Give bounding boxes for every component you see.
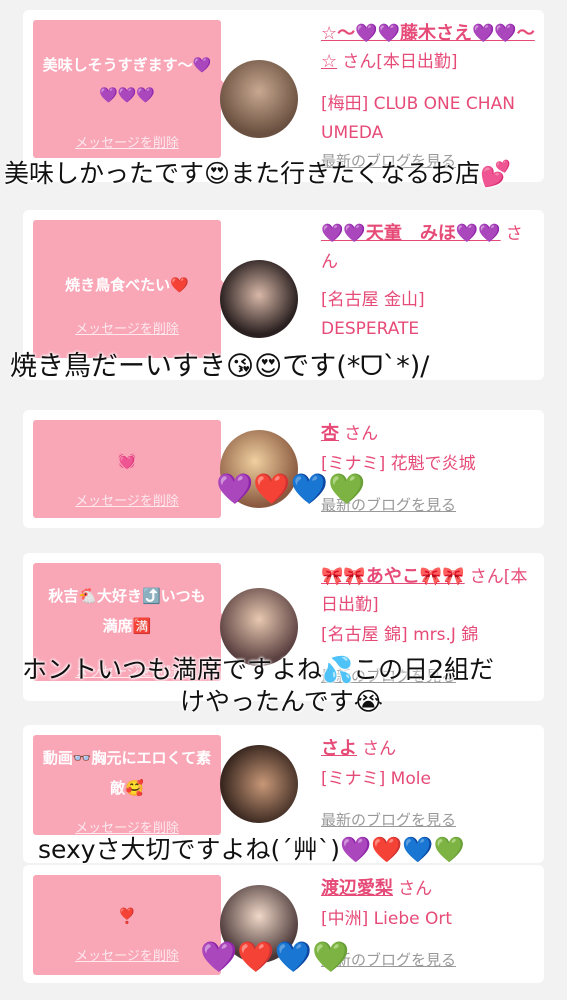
message-text: 焼き鳥食べたい❤️ <box>65 276 189 294</box>
cast-info: 杏 さん [ミナミ] 花魁で炎城 <box>321 420 539 479</box>
cast-info: さよ さん [ミナミ] Mole <box>321 735 539 794</box>
cast-honorific: さん <box>398 879 433 899</box>
message-bubble: ❣️ メッセージを削除 <box>33 875 230 975</box>
cast-name[interactable]: 🎀🎀あやこ🎀🎀 <box>321 566 465 587</box>
avatar[interactable] <box>220 745 298 823</box>
heart-emoji-row: 💜❤️💙💚 <box>200 940 350 975</box>
message-text: 秋吉🐔大好き⤴️いつも満席🈵 <box>48 587 206 635</box>
heart-emoji-row: 💜❤️💙💚 <box>216 472 366 507</box>
delete-message-link[interactable]: メッセージを削除 <box>33 132 221 151</box>
message-text: 💓 <box>117 452 137 470</box>
cast-info: 🎀🎀あやこ🎀🎀 さん[本日出勤] [名古屋 錦] mrs.J 錦 <box>321 563 539 650</box>
cast-name[interactable]: 渡辺愛梨 <box>321 878 393 899</box>
cast-honorific: さん <box>344 424 379 444</box>
overlay-caption: sexyさ大切ですよね(´艸`)💜❤️💙💚 <box>38 835 465 864</box>
overlay-caption: けやったんです😭 <box>180 687 383 716</box>
avatar[interactable] <box>220 60 298 138</box>
cast-name[interactable]: 💜💜天童 みほ💜💜 <box>321 223 501 244</box>
delete-message-link[interactable]: メッセージを削除 <box>33 945 221 964</box>
delete-message-link[interactable]: メッセージを削除 <box>33 318 221 337</box>
cast-honorific: さん[本日出勤] <box>342 52 458 72</box>
cast-info: 渡辺愛梨 さん [中洲] Liebe Ort <box>321 875 539 934</box>
cast-honorific: さん <box>362 739 397 759</box>
message-bubble: 焼き鳥食べたい❤️ メッセージを削除 <box>33 220 230 358</box>
shop-name: [中洲] Liebe Ort <box>321 909 453 929</box>
message-bubble: 動画👓胸元にエロくて素敵🥰 メッセージを削除 <box>33 735 230 836</box>
avatar[interactable] <box>220 260 298 338</box>
shop-name: [名古屋 錦] mrs.J 錦 <box>321 625 479 645</box>
cast-info: ☆〜💜💜藤木さえ💜💜〜☆ さん[本日出勤] [梅田] CLUB ONE CHAN… <box>321 20 539 148</box>
overlay-caption: 焼き鳥だーいすき😘😍です(*ᗜ`*)/ <box>10 351 430 382</box>
message-text: 美味しそうすぎます〜💜💜💜💜 <box>42 56 212 104</box>
message-bubble: 美味しそうすぎます〜💜💜💜💜 メッセージを削除 <box>33 20 230 158</box>
message-card: 💓 メッセージを削除 杏 さん [ミナミ] 花魁で炎城 最新のブログを見る <box>23 410 544 528</box>
shop-name: [ミナミ] Mole <box>321 769 431 789</box>
message-text: ❣️ <box>117 907 137 925</box>
blog-link[interactable]: 最新のブログを見る <box>321 809 456 830</box>
cast-name[interactable]: さよ <box>321 738 357 759</box>
overlay-caption: 美味しかったです😍また行きたくなるお店💕 <box>4 159 512 188</box>
cast-info: 💜💜天童 みほ💜💜 さん [名古屋 金山] DESPERATE <box>321 220 539 344</box>
delete-message-link[interactable]: メッセージを削除 <box>33 490 221 509</box>
overlay-caption: ホントいつも満席ですよね💦この日2組だ <box>22 655 495 684</box>
message-bubble: 💓 メッセージを削除 <box>33 420 230 518</box>
message-text: 動画👓胸元にエロくて素敵🥰 <box>42 749 212 797</box>
shop-name: [名古屋 金山] DESPERATE <box>321 290 425 339</box>
cast-name[interactable]: 杏 <box>321 423 339 444</box>
shop-name: [梅田] CLUB ONE CHAN UMEDA <box>321 94 515 143</box>
